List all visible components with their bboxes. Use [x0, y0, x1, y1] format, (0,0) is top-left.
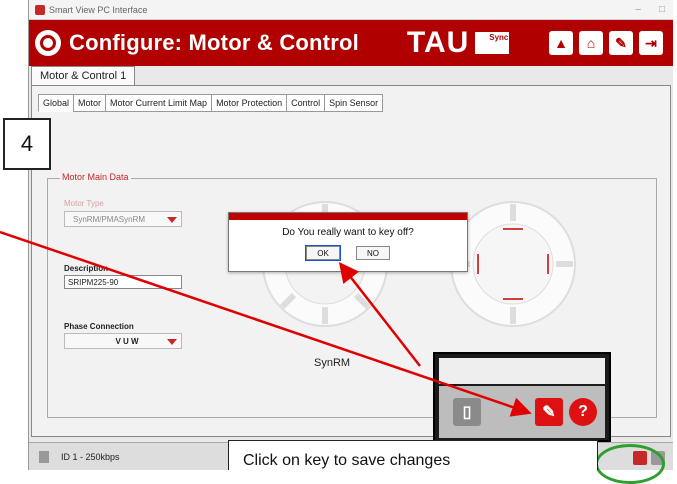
arrow-to-key — [0, 230, 532, 417]
arrow-to-ok — [338, 262, 421, 367]
annotation-arrows — [0, 230, 532, 417]
